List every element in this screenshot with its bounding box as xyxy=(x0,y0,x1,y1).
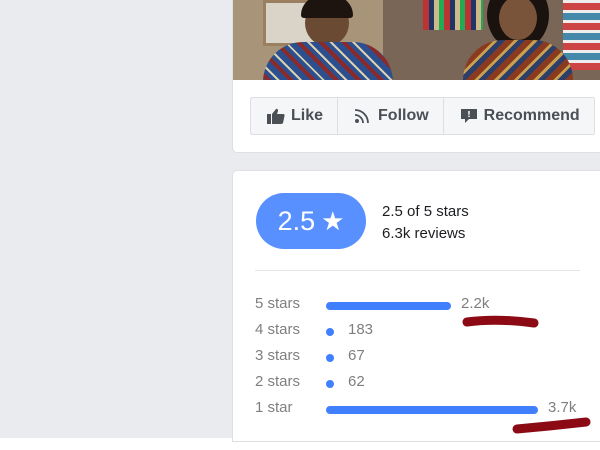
thumbs-up-icon xyxy=(267,108,285,124)
breakdown-count: 62 xyxy=(348,373,365,390)
breakdown-row-1[interactable]: 1 star 3.7k xyxy=(255,397,595,423)
recommend-label: Recommend xyxy=(483,107,580,124)
follow-label: Follow xyxy=(378,107,429,124)
breakdown-bar xyxy=(326,302,451,310)
breakdown-row-5[interactable]: 5 stars 2.2k xyxy=(255,293,595,319)
breakdown-label: 4 stars xyxy=(255,321,301,338)
breakdown-count: 2.2k xyxy=(461,295,490,312)
rating-breakdown: 5 stars 2.2k 4 stars 183 3 stars 67 2 st… xyxy=(255,293,595,423)
star-icon: ★ xyxy=(321,206,345,236)
breakdown-label: 3 stars xyxy=(255,347,301,364)
breakdown-label: 5 stars xyxy=(255,295,301,312)
breakdown-label: 1 star xyxy=(255,399,293,416)
cover-photo[interactable] xyxy=(233,0,600,80)
cover-person-right xyxy=(463,0,573,80)
speech-bubble-icon: ! xyxy=(460,108,478,124)
like-button[interactable]: Like xyxy=(251,98,339,134)
recommend-button[interactable]: ! Recommend xyxy=(444,98,594,134)
breakdown-bar xyxy=(326,328,334,336)
rating-review-count[interactable]: 6.3k reviews xyxy=(382,223,469,245)
rating-score-badge: 2.5 ★ xyxy=(256,193,366,249)
svg-text:!: ! xyxy=(467,110,471,119)
breakdown-row-3[interactable]: 3 stars 67 xyxy=(255,345,595,371)
breakdown-row-2[interactable]: 2 stars 62 xyxy=(255,371,595,397)
rating-summary-stars: 2.5 of 5 stars xyxy=(382,203,469,220)
breakdown-bar xyxy=(326,354,334,362)
breakdown-bar xyxy=(326,380,334,388)
cover-person-left xyxy=(253,0,403,80)
page-header-card: Like Follow ! Recommend xyxy=(233,0,600,152)
rating-summary: 2.5 of 5 stars 6.3k reviews xyxy=(382,201,469,245)
breakdown-row-4[interactable]: 4 stars 183 xyxy=(255,319,595,345)
breakdown-count: 67 xyxy=(348,347,365,364)
breakdown-label: 2 stars xyxy=(255,373,301,390)
breakdown-bar xyxy=(326,406,538,414)
divider xyxy=(255,270,580,271)
breakdown-count: 3.7k xyxy=(548,399,577,416)
follow-button[interactable]: Follow xyxy=(338,98,444,134)
ratings-card: 2.5 ★ 2.5 of 5 stars 6.3k reviews 5 star… xyxy=(233,171,600,441)
page-action-bar: Like Follow ! Recommend xyxy=(250,97,595,135)
rss-icon xyxy=(354,108,372,124)
rating-score: 2.5 xyxy=(277,205,316,236)
like-label: Like xyxy=(291,107,324,124)
breakdown-count: 183 xyxy=(348,321,374,338)
